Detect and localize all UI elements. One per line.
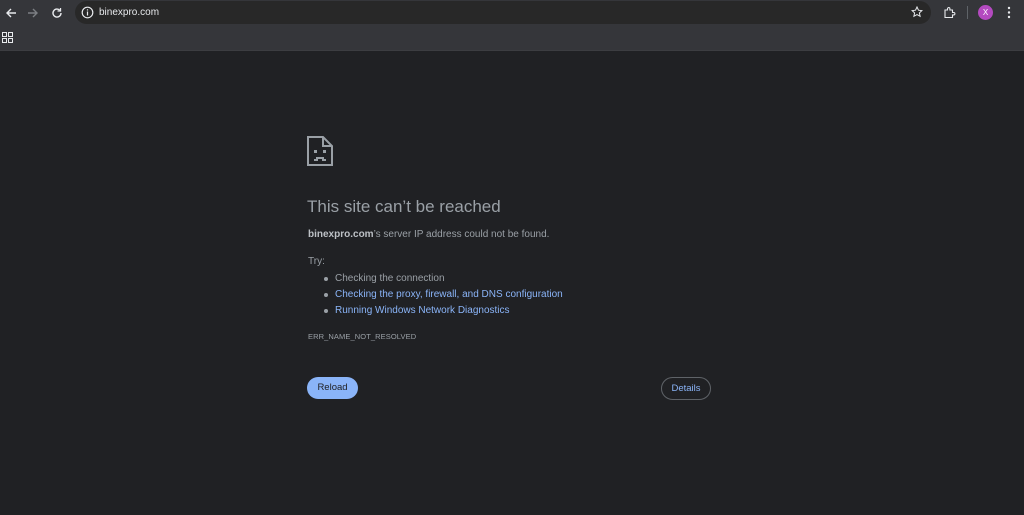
error-title: This site can’t be reached — [307, 197, 501, 216]
address-bar-url[interactable]: binexpro.com — [99, 6, 159, 19]
error-host: binexpro.com — [308, 229, 374, 240]
extensions-puzzle-icon[interactable] — [943, 6, 956, 19]
proxy-firewall-dns-link[interactable]: Checking the proxy, firewall, and DNS co… — [335, 289, 563, 300]
network-diagnostics-link[interactable]: Running Windows Network Diagnostics — [335, 305, 510, 316]
back-button[interactable] — [1, 3, 21, 23]
apps-grid-icon[interactable] — [2, 32, 13, 43]
error-page: This site can’t be reached binexpro.com’… — [0, 51, 1024, 515]
error-summary-text: ’s server IP address could not be found. — [373, 229, 550, 240]
address-bar[interactable]: binexpro.com — [75, 1, 931, 24]
suggestion-network-diagnostics[interactable]: Running Windows Network Diagnostics — [322, 303, 563, 319]
details-button[interactable]: Details — [661, 377, 711, 400]
info-icon[interactable] — [81, 6, 94, 19]
error-summary: binexpro.com’s server IP address could n… — [308, 229, 549, 240]
suggestion-check-connection: Checking the connection — [322, 271, 563, 287]
browser-toolbar: binexpro.com X — [0, 0, 1024, 26]
bookmarks-bar — [0, 26, 1024, 51]
toolbar-divider — [967, 6, 968, 19]
forward-button[interactable] — [23, 3, 43, 23]
suggestions-list: Checking the connection Checking the pro… — [322, 271, 563, 319]
profile-avatar[interactable]: X — [978, 5, 993, 20]
sad-document-icon — [307, 136, 333, 166]
refresh-icon — [52, 8, 62, 18]
kebab-menu-icon[interactable] — [1005, 6, 1013, 19]
bookmark-star-icon[interactable] — [911, 6, 923, 18]
suggestion-check-proxy[interactable]: Checking the proxy, firewall, and DNS co… — [322, 287, 563, 303]
arrow-left-icon — [6, 8, 16, 18]
reload-button[interactable]: Reload — [307, 377, 358, 399]
error-code: ERR_NAME_NOT_RESOLVED — [308, 332, 417, 341]
try-label: Try: — [308, 256, 325, 267]
reload-toolbar-button[interactable] — [47, 3, 67, 23]
arrow-right-icon — [28, 8, 38, 18]
